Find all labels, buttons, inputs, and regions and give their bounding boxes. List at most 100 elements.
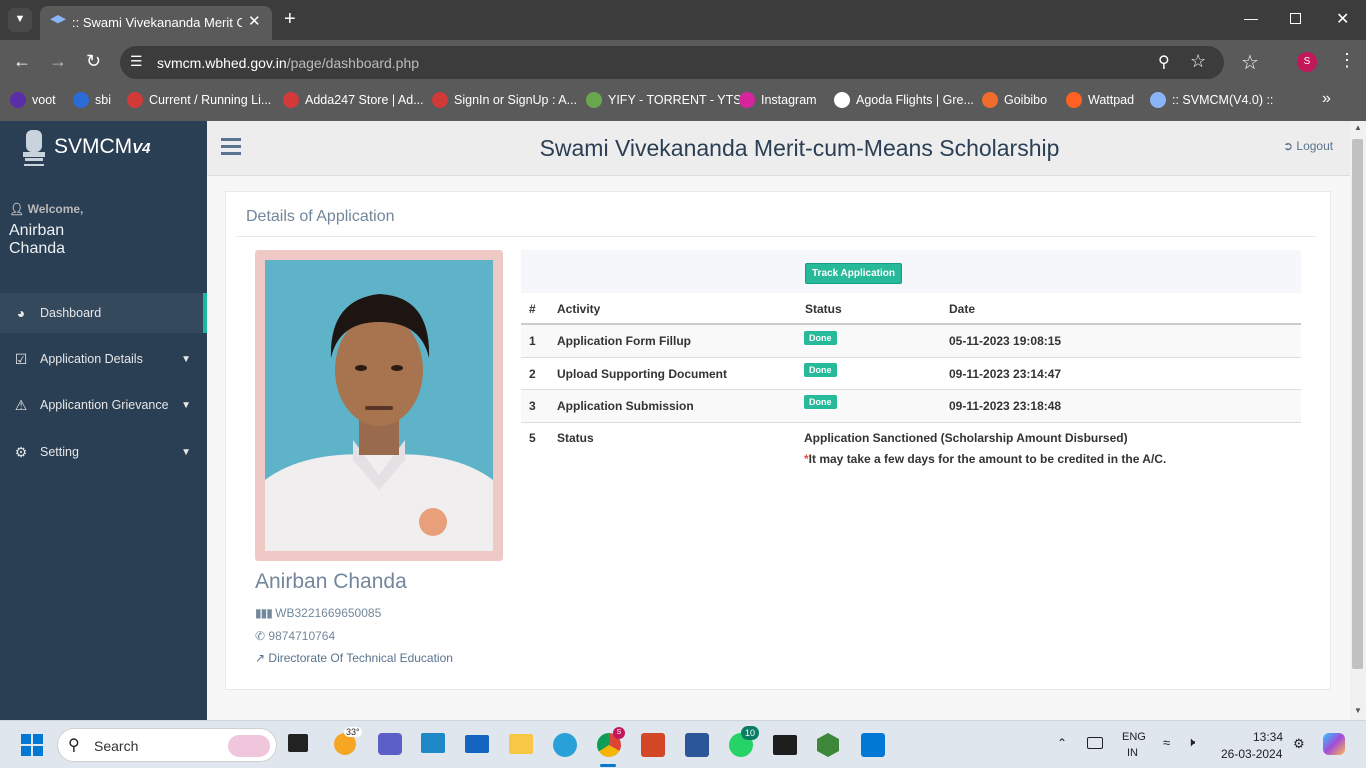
chevron-up-icon[interactable]: ⌃ [1057, 736, 1067, 750]
bookmark-item[interactable]: sbi [73, 85, 111, 115]
reload-icon[interactable]: ↻ [86, 51, 101, 72]
zoom-icon[interactable]: ⚲ [1158, 52, 1170, 72]
search-highlight-icon [228, 735, 270, 757]
row-activity: Application Submission [557, 399, 694, 413]
restore-button[interactable] [1290, 13, 1301, 24]
windows-start-icon[interactable] [21, 734, 43, 756]
bookmark-star-icon[interactable]: ☆ [1241, 50, 1259, 75]
mail-icon[interactable] [465, 735, 489, 753]
bookmark-item[interactable]: Adda247 Store | Ad... [283, 85, 424, 115]
col-header-activity: Activity [557, 302, 601, 316]
volume-icon[interactable]: 🕨︎ [1187, 734, 1195, 750]
bookmark-item[interactable]: Instagram [739, 85, 817, 115]
address-bar[interactable]: ☰ svmcm.wbhed.gov.in/page/dashboard.php … [120, 46, 1224, 79]
welcome-label: 👤︎ Welcome, [9, 202, 83, 216]
scroll-up-icon[interactable]: ▲ [1354, 123, 1362, 132]
search-box[interactable]: ⚲ Search [57, 728, 277, 762]
phone-icon: ✆ [255, 629, 266, 643]
copilot-icon[interactable] [1323, 733, 1345, 755]
edge-icon[interactable] [553, 733, 577, 757]
powerpoint-icon[interactable] [641, 733, 665, 757]
row-activity: Upload Supporting Document [557, 367, 727, 381]
application-id-value: WB3221669650085 [275, 606, 382, 620]
bookmark-item[interactable]: Agoda Flights | Gre... [834, 85, 974, 115]
new-tab-button[interactable]: + [284, 8, 296, 31]
row-date: 05-11-2023 19:08:15 [949, 334, 1062, 348]
bookmark-item[interactable]: voot [10, 85, 56, 115]
sidebar-item-grievance[interactable]: ⚠ Applicantion Grievance ▼ [0, 385, 207, 425]
warning-icon: ⚠ [14, 396, 28, 413]
row-num: 1 [529, 334, 536, 348]
bookmark-item[interactable]: Wattpad [1066, 85, 1134, 115]
bookmark-item[interactable]: Goibibo [982, 85, 1047, 115]
tab-search-button[interactable]: ▼ [8, 8, 32, 32]
clock-date[interactable]: 26-03-2024 [1221, 747, 1282, 761]
sidebar-item-application-details[interactable]: ☑ Application Details ▼ [0, 339, 207, 379]
page-title: Swami Vivekananda Merit-cum-Means Schola… [539, 135, 1060, 161]
chevron-down-icon: ▼ [181, 446, 191, 458]
menu-dots-icon[interactable]: ⋮ [1338, 50, 1356, 71]
status-value: Application Sanctioned (Scholarship Amou… [804, 431, 1128, 445]
lang-in: IN [1127, 747, 1138, 759]
scroll-thumb[interactable] [1352, 139, 1363, 669]
url-text: svmcm.wbhed.gov.in/page/dashboard.php [157, 55, 419, 71]
check-square-icon: ☑ [14, 350, 28, 367]
bookmark-item[interactable]: YIFY - TORRENT - YTS [586, 85, 742, 115]
minimize-button[interactable]: — [1244, 10, 1258, 26]
status-row-label: Status [557, 431, 594, 445]
graduation-cap-icon [1150, 92, 1166, 108]
site-info-icon[interactable]: ☰ [130, 53, 143, 70]
logout-link[interactable]: ➲ Logout [1283, 139, 1333, 153]
status-note: *It may take a few days for the amount t… [804, 452, 1166, 466]
scroll-down-icon[interactable]: ▼ [1354, 706, 1362, 715]
institute-link[interactable]: ↗ Directorate Of Technical Education [255, 651, 453, 665]
task-view-icon[interactable] [288, 734, 308, 752]
star-icon[interactable]: ☆ [1190, 51, 1206, 72]
browser-tab[interactable]: :: Swami Vivekananda Merit Cum ✕ [40, 6, 272, 40]
page-scrollbar[interactable]: ▲ ▼ [1350, 121, 1366, 720]
tab-title: :: Swami Vivekananda Merit Cum [72, 15, 242, 30]
bookmark-item[interactable]: :: SVMCM(V4.0) :: [1150, 85, 1273, 115]
bookmarks-bar: voot sbi Current / Running Li... Adda247 St… [0, 85, 1366, 121]
terminal-icon[interactable] [773, 735, 797, 755]
external-link-icon: ↗ [255, 651, 266, 665]
word-icon[interactable] [685, 733, 709, 757]
more-bookmarks-icon[interactable]: » [1322, 90, 1331, 108]
file-explorer-icon[interactable] [509, 734, 533, 754]
nodejs-icon[interactable] [817, 733, 839, 757]
clock-time[interactable]: 13:34 [1253, 730, 1283, 744]
wifi-icon[interactable]: ≈ [1163, 735, 1170, 750]
lang-eng[interactable]: ENG [1122, 731, 1146, 743]
profile-avatar[interactable]: S [1297, 52, 1317, 72]
bookmark-label: voot [32, 93, 56, 107]
teams-icon[interactable] [378, 733, 402, 755]
forward-icon[interactable]: → [49, 51, 67, 72]
bookmark-label: :: SVMCM(V4.0) :: [1172, 93, 1274, 107]
sidebar-item-label: Application Details [40, 352, 143, 366]
applicant-photo [255, 250, 503, 561]
sidebar-item-setting[interactable]: ⚙ Setting ▼ [0, 432, 207, 472]
graduation-cap-icon [50, 15, 66, 24]
track-application-button[interactable]: Track Application [805, 263, 902, 284]
back-icon[interactable]: ← [13, 51, 31, 72]
dashboard-icon: ◕ [16, 305, 26, 321]
blocked-icon [432, 92, 448, 108]
panel-title: Details of Application [246, 208, 395, 225]
vscode-icon[interactable] [861, 733, 885, 757]
instagram-icon [739, 92, 755, 108]
close-window-button[interactable]: ✕ [1336, 9, 1349, 29]
sidebar-item-dashboard[interactable]: ◕ Dashboard [0, 293, 207, 333]
brand[interactable]: SVMCMV4 [54, 135, 151, 159]
user-first-name: Anirban [9, 222, 65, 239]
browser-tab-strip: ▼ :: Swami Vivekananda Merit Cum ✕ + — ✕ [0, 0, 1366, 40]
tab-close-icon[interactable]: ✕ [248, 12, 261, 30]
bookmark-item[interactable]: SignIn or SignUp : A... [432, 85, 577, 115]
status-badge: Done [804, 363, 837, 377]
bookmark-label: YIFY - TORRENT - YTS [608, 93, 742, 107]
notification-icon[interactable]: ⚙ [1293, 736, 1305, 752]
bookmark-label: Current / Running Li... [149, 93, 272, 107]
keyboard-icon[interactable] [1087, 737, 1103, 749]
phone-value: 9874710764 [268, 629, 336, 643]
bookmark-item[interactable]: Current / Running Li... [127, 85, 271, 115]
monitor-app-icon[interactable] [421, 733, 445, 753]
